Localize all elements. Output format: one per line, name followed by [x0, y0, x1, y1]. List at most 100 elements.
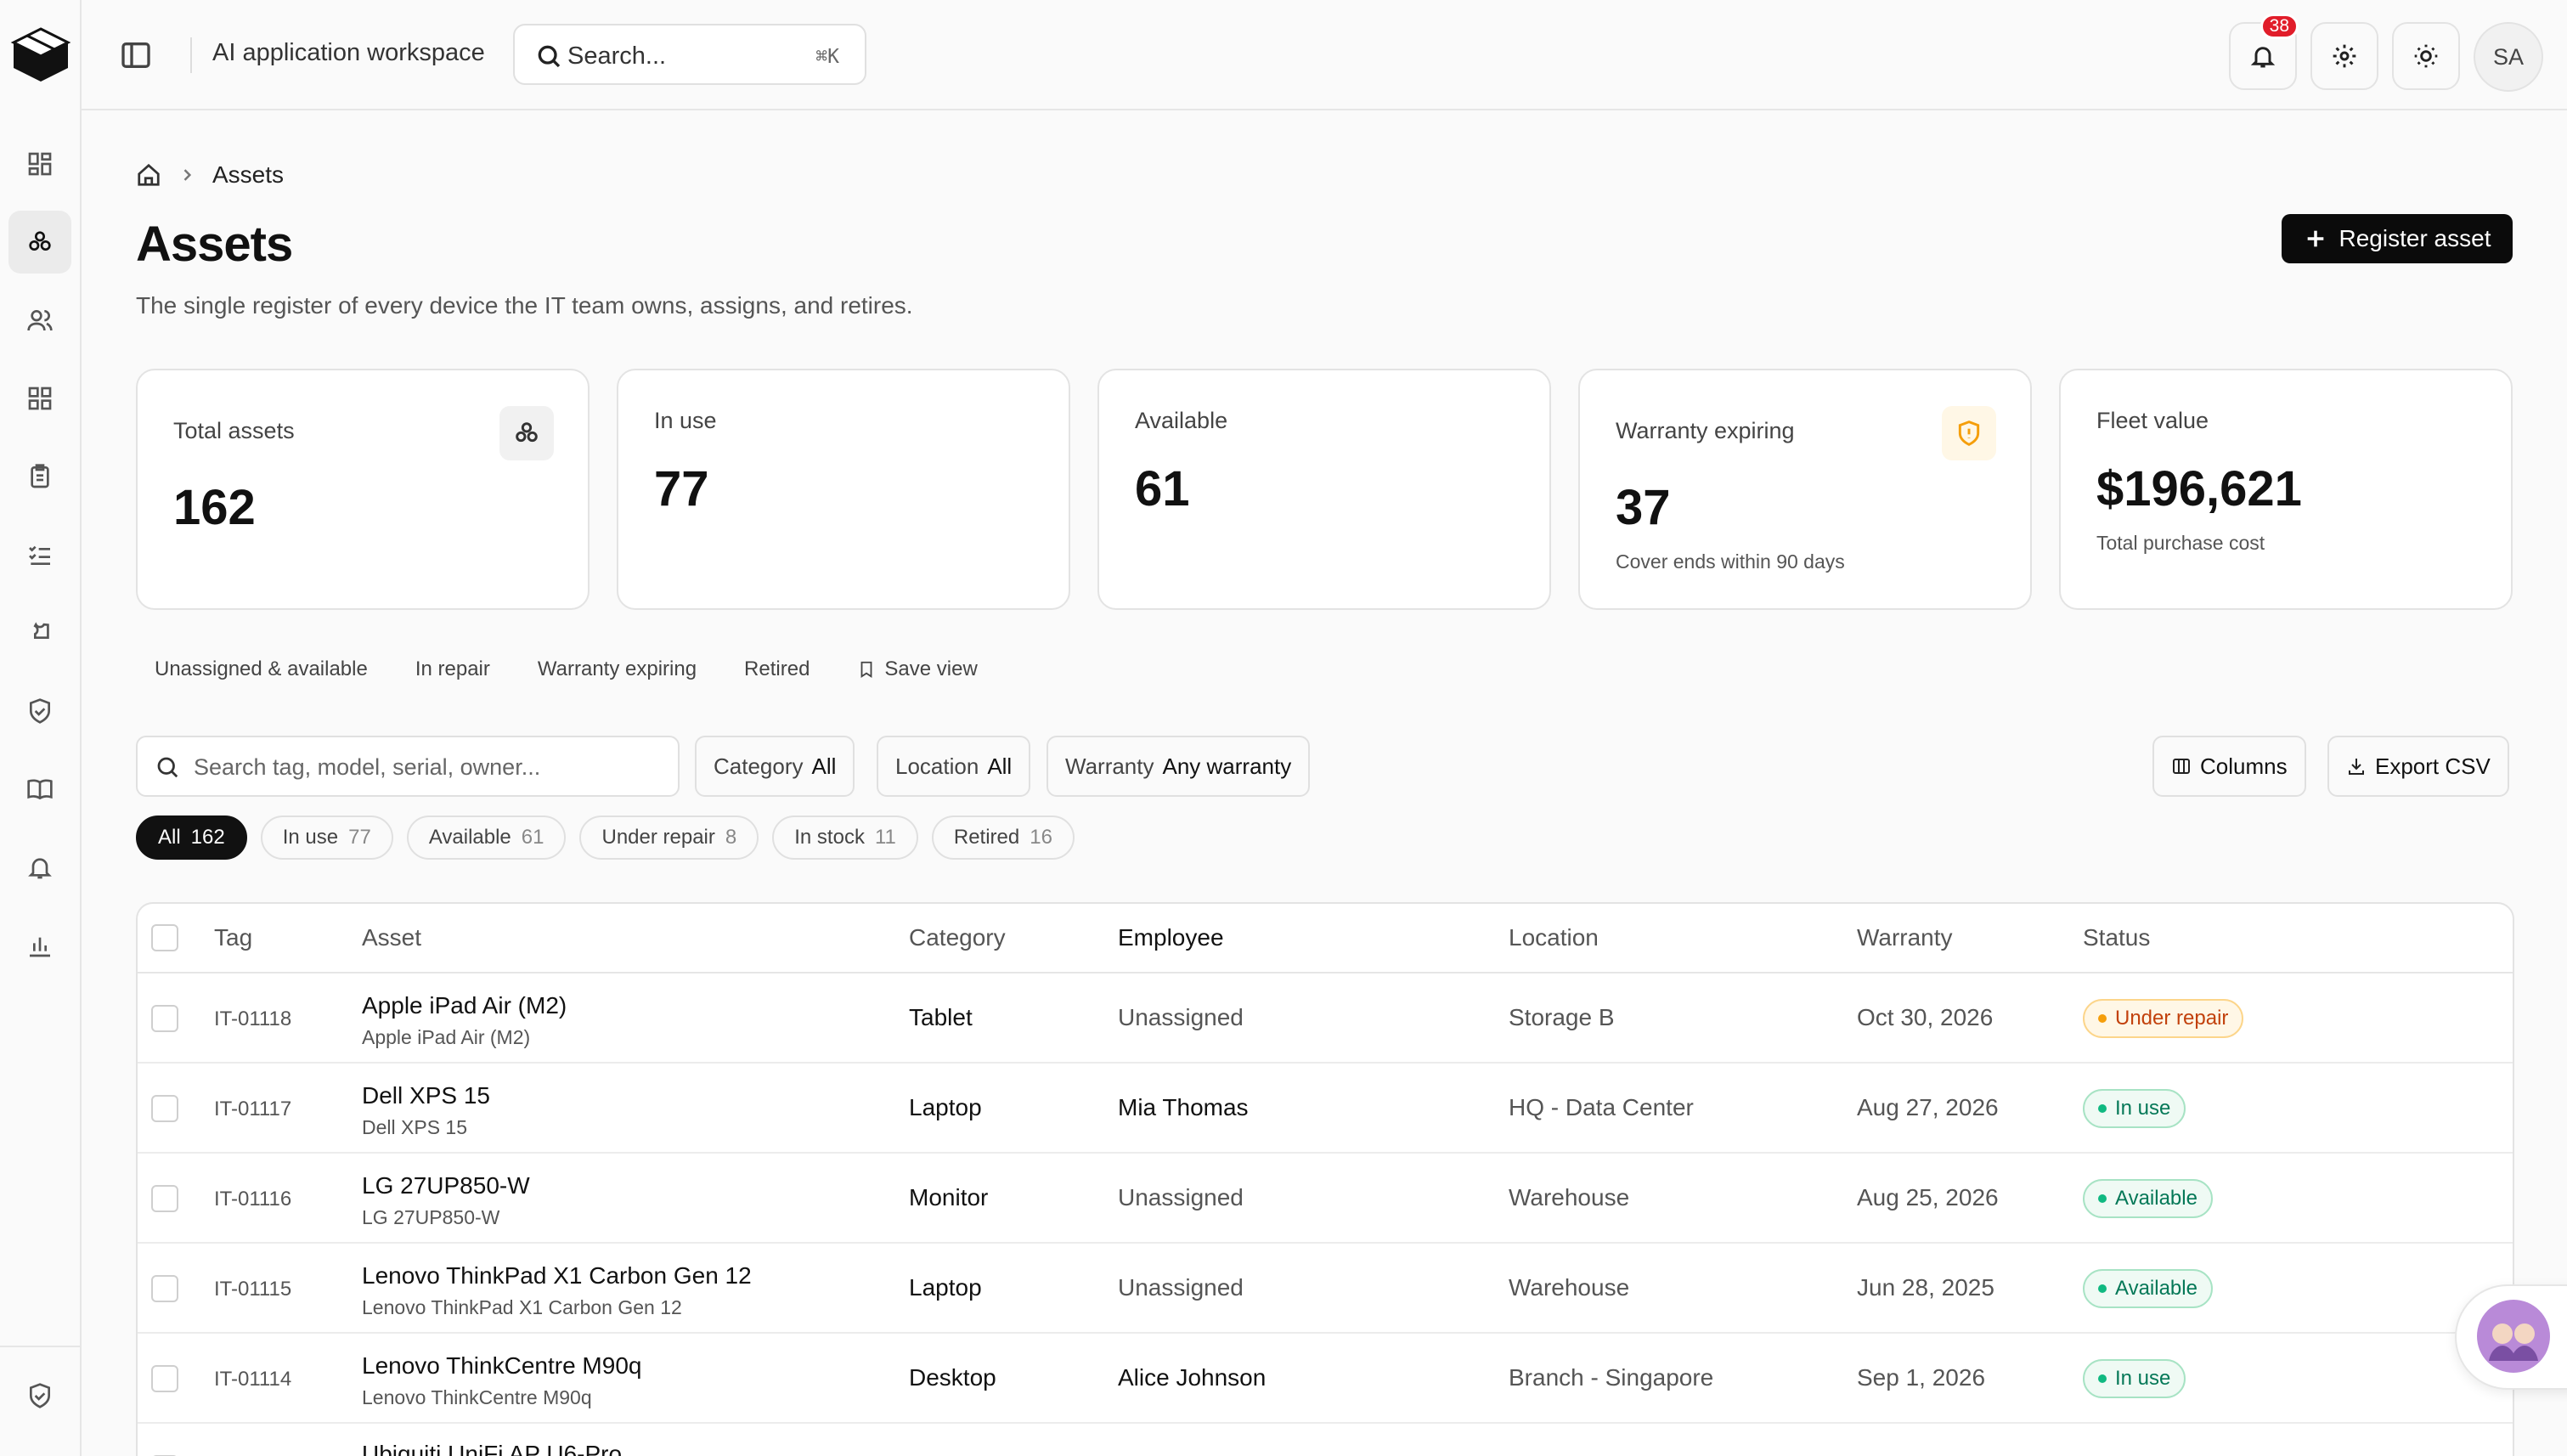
table-row[interactable]: Ubiquiti UniFi AP U6-Pro: [138, 1424, 2513, 1456]
status-label: Under repair: [2115, 1007, 2229, 1030]
chip-count: 16: [1030, 826, 1052, 849]
chip-label: In stock: [794, 826, 865, 849]
status-dot: [2098, 1194, 2107, 1203]
asset-employee[interactable]: Mia Thomas: [1118, 1094, 1249, 1121]
nav-security[interactable]: [8, 680, 71, 742]
asset-tag: IT-01116: [214, 1188, 292, 1211]
chip-available[interactable]: Available 61: [406, 815, 567, 860]
location-filter[interactable]: Location All: [877, 736, 1031, 797]
global-search-input[interactable]: Search... ⌘K: [513, 24, 866, 85]
assistant-launcher[interactable]: [2455, 1284, 2567, 1390]
chip-all[interactable]: All 162: [136, 815, 247, 860]
asset-search-input[interactable]: Search tag, model, serial, owner...: [136, 736, 680, 797]
asset-name[interactable]: Dell XPS 15: [362, 1082, 490, 1109]
bell-icon: [2250, 47, 2276, 68]
stat-value: 77: [654, 461, 709, 516]
table-row[interactable]: IT-01117 Dell XPS 15 Dell XPS 15 Laptop …: [138, 1064, 2513, 1154]
select-all-checkbox[interactable]: [151, 924, 178, 951]
table-row[interactable]: IT-01115 Lenovo ThinkPad X1 Carbon Gen 1…: [138, 1244, 2513, 1334]
row-checkbox[interactable]: [151, 1275, 178, 1302]
warranty-filter[interactable]: Warranty Any warranty: [1047, 736, 1311, 797]
register-asset-button[interactable]: Register asset: [2282, 214, 2513, 263]
asset-model: Lenovo ThinkPad X1 Carbon Gen 12: [362, 1296, 682, 1318]
logo-icon[interactable]: [8, 25, 73, 85]
asset-model: Dell XPS 15: [362, 1116, 468, 1138]
asset-employee[interactable]: Alice Johnson: [1118, 1364, 1266, 1391]
col-tag[interactable]: Tag: [214, 924, 252, 951]
asset-name[interactable]: Lenovo ThinkCentre M90q: [362, 1352, 641, 1380]
view-in-repair[interactable]: In repair: [415, 657, 490, 681]
export-label: Export CSV: [2375, 753, 2491, 779]
chip-retired[interactable]: Retired 16: [931, 815, 1075, 860]
table-row[interactable]: IT-01114 Lenovo ThinkCentre M90q Lenovo …: [138, 1334, 2513, 1424]
asset-model: Lenovo ThinkCentre M90q: [362, 1386, 592, 1408]
filter-value: All: [987, 753, 1013, 779]
notifications-button[interactable]: 38: [2229, 14, 2299, 90]
view-unassigned[interactable]: Unassigned & available: [155, 657, 368, 681]
asset-name[interactable]: Ubiquiti UniFi AP U6-Pro: [362, 1441, 622, 1456]
home-icon[interactable]: [136, 162, 161, 188]
asset-category: Laptop: [909, 1274, 982, 1301]
breadcrumb: Assets: [136, 161, 284, 189]
stat-card-total: Total assets 162: [136, 369, 590, 610]
chip-in-stock[interactable]: In stock 11: [772, 815, 918, 860]
table-row[interactable]: IT-01116 LG 27UP850-W LG 27UP850-W Monit…: [138, 1154, 2513, 1244]
table-header: Tag Asset Category Employee Location War…: [138, 904, 2513, 973]
col-location[interactable]: Location: [1509, 924, 1599, 951]
avatar[interactable]: SA: [2474, 22, 2543, 92]
nav-reports[interactable]: [8, 914, 71, 977]
nav-clipboard[interactable]: [8, 445, 71, 508]
status-dot: [2098, 1104, 2107, 1113]
breadcrumb-current: Assets: [212, 161, 285, 188]
row-checkbox[interactable]: [151, 1365, 178, 1392]
col-employee[interactable]: Employee: [1118, 924, 1224, 951]
nav-alerts[interactable]: [8, 836, 71, 899]
nav-admin[interactable]: [8, 1364, 71, 1427]
nav-apps[interactable]: [8, 367, 71, 430]
view-warranty-expiring[interactable]: Warranty expiring: [538, 657, 697, 681]
status-dot: [2098, 1374, 2107, 1383]
asset-name[interactable]: LG 27UP850-W: [362, 1172, 530, 1199]
col-status[interactable]: Status: [2083, 924, 2150, 951]
assistant-avatar-icon: [2477, 1300, 2550, 1373]
row-checkbox[interactable]: [151, 1185, 178, 1212]
asset-name[interactable]: Lenovo ThinkPad X1 Carbon Gen 12: [362, 1262, 752, 1290]
category-filter[interactable]: Category All: [695, 736, 855, 797]
nav-tasks[interactable]: [8, 523, 71, 586]
asset-employee: Unassigned: [1118, 1184, 1244, 1211]
asset-name[interactable]: Apple iPad Air (M2): [362, 992, 567, 1019]
export-csv-button[interactable]: Export CSV: [2327, 736, 2509, 797]
settings-button[interactable]: [2310, 22, 2378, 90]
col-warranty[interactable]: Warranty: [1857, 924, 1953, 951]
view-retired[interactable]: Retired: [744, 657, 810, 681]
asset-category: Desktop: [909, 1364, 996, 1391]
stat-value: 37: [1616, 480, 1671, 535]
nav-dashboard[interactable]: [8, 133, 71, 195]
stat-card-fleet-value: Fleet value $196,621 Total purchase cost: [2059, 369, 2513, 610]
nav-assets[interactable]: [8, 211, 71, 274]
nav-docs[interactable]: [8, 758, 71, 821]
assets-table: Tag Asset Category Employee Location War…: [136, 902, 2514, 1456]
chip-count: 77: [348, 826, 371, 849]
theme-toggle-button[interactable]: [2392, 22, 2460, 90]
columns-icon: [2173, 759, 2190, 774]
chip-under-repair[interactable]: Under repair 8: [579, 815, 759, 860]
page-title: Assets: [136, 217, 293, 272]
col-category[interactable]: Category: [909, 924, 1006, 951]
nav-tools[interactable]: [8, 601, 71, 664]
save-view-button[interactable]: Save view: [857, 657, 978, 681]
asset-location: Storage B: [1509, 1004, 1615, 1030]
chip-in-use[interactable]: In use 77: [260, 815, 393, 860]
table-row[interactable]: IT-01118 Apple iPad Air (M2) Apple iPad …: [138, 973, 2513, 1064]
status-badge: Under repair: [2083, 999, 2244, 1038]
row-checkbox[interactable]: [151, 1005, 178, 1032]
checklist-icon: [29, 545, 50, 565]
row-checkbox[interactable]: [151, 1095, 178, 1122]
columns-button[interactable]: Columns: [2152, 736, 2306, 797]
col-asset[interactable]: Asset: [362, 924, 421, 951]
sun-icon: [2414, 44, 2438, 68]
sidebar-toggle-icon[interactable]: [119, 38, 153, 72]
nav-people[interactable]: [8, 289, 71, 352]
dashboard-icon: [28, 152, 52, 176]
chevron-right-icon: [183, 169, 192, 181]
